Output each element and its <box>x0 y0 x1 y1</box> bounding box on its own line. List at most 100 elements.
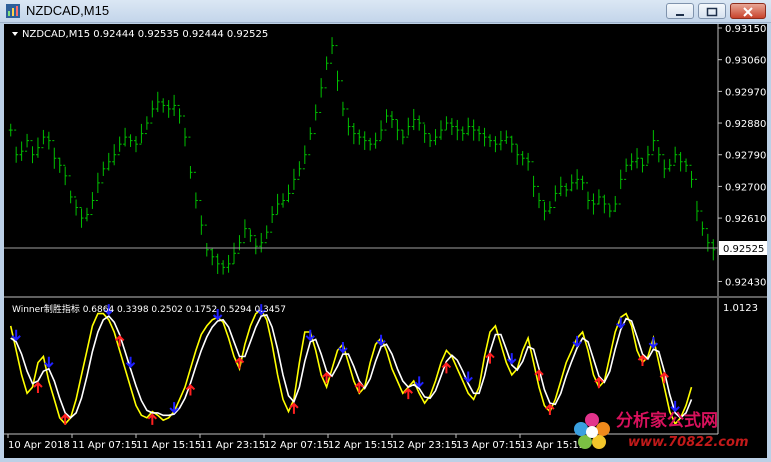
indicator-header: Winner制胜指标 0.6864 0.3398 0.2502 0.1752 0… <box>12 303 286 315</box>
price-bar <box>700 210 705 236</box>
price-bars <box>8 37 716 275</box>
price-bar <box>188 136 193 179</box>
buy-arrow-icon <box>33 381 43 394</box>
price-bar <box>471 119 476 141</box>
price-chart[interactable]: 0.93150 0.93060 0.92970 0.92880 0.92790 0.927… <box>4 24 767 458</box>
indicator-top-label: 1.0123 <box>723 303 758 314</box>
buy-arrow-icon <box>289 402 299 414</box>
price-bar <box>384 109 389 131</box>
price-bar <box>613 195 618 213</box>
price-bar <box>406 117 411 138</box>
price-bar <box>150 100 155 124</box>
flower-logo-icon <box>574 413 610 449</box>
price-bar <box>155 91 160 113</box>
price-tick-label: 0.92610 <box>725 214 766 225</box>
price-bar <box>379 120 384 142</box>
price-bar <box>542 199 547 221</box>
time-tick-label: 11 Apr 07:15 <box>72 440 137 451</box>
price-bar <box>477 125 482 142</box>
buy-arrow-icon <box>545 403 555 416</box>
price-bar <box>259 233 264 253</box>
price-bar <box>166 100 171 118</box>
price-bar <box>57 157 62 173</box>
price-bar <box>63 164 68 186</box>
price-bar <box>678 152 683 172</box>
price-bar <box>640 157 645 173</box>
price-bar <box>101 161 106 184</box>
chart-app-icon <box>6 4 20 18</box>
price-bar <box>537 185 541 209</box>
buy-arrow-icon <box>637 354 648 367</box>
price-bar <box>264 225 269 244</box>
price-bar <box>46 131 51 150</box>
price-bar <box>25 133 30 152</box>
price-bar <box>117 136 122 156</box>
price-bar <box>302 145 307 170</box>
price-bar <box>308 127 313 156</box>
price-tick-label: 0.92970 <box>725 87 766 98</box>
price-bar <box>248 228 253 243</box>
price-bar <box>526 152 531 171</box>
price-bar <box>335 45 340 91</box>
price-bar <box>161 98 166 113</box>
price-bar <box>106 152 111 171</box>
price-bar <box>607 203 612 218</box>
buy-arrow-icon <box>403 387 413 400</box>
price-tick-label: 0.92430 <box>725 277 766 288</box>
price-tick-label: 0.93060 <box>725 56 766 67</box>
price-bar <box>438 120 443 140</box>
sell-arrow-icon <box>44 356 54 369</box>
price-bar <box>30 140 35 164</box>
time-tick-label: 10 Apr 2018 <box>8 440 70 451</box>
price-bar <box>215 253 220 274</box>
time-tick-label: 12 Apr 23:15 <box>392 440 457 451</box>
price-bar <box>656 140 661 163</box>
price-bar <box>232 242 237 265</box>
price-bar <box>226 254 231 273</box>
chart-area[interactable]: 0.93150 0.93060 0.92970 0.92880 0.92790 0.927… <box>4 24 767 458</box>
maximize-button[interactable] <box>698 3 726 19</box>
price-bar <box>281 193 286 208</box>
price-bar <box>493 136 498 153</box>
price-bar <box>618 169 623 205</box>
price-bar <box>35 137 40 158</box>
title-bar[interactable]: NZDCAD,M15 <box>0 0 771 23</box>
price-bar <box>368 137 373 151</box>
price-bar <box>417 115 422 131</box>
price-bar <box>351 123 356 145</box>
price-bar <box>90 192 95 216</box>
price-bar <box>711 239 716 261</box>
price-bar <box>183 115 187 147</box>
price-bar <box>330 37 335 64</box>
price-bar <box>591 193 596 215</box>
price-bar <box>466 117 471 136</box>
price-bar <box>575 169 580 190</box>
price-tick-label: 0.92880 <box>725 119 766 130</box>
price-bar <box>319 78 324 113</box>
close-button[interactable] <box>730 3 766 19</box>
price-bar <box>324 56 329 89</box>
price-bar <box>313 104 318 135</box>
time-tick-label: 12 Apr 07:15 <box>264 440 329 451</box>
sell-arrow-icon <box>414 376 424 388</box>
price-bar <box>242 219 247 244</box>
collapse-triangle-icon[interactable] <box>12 32 18 36</box>
price-bar <box>515 143 520 165</box>
price-bar <box>395 119 400 141</box>
price-bar <box>596 189 601 205</box>
price-bar <box>193 171 198 209</box>
sell-arrow-icon <box>376 334 386 347</box>
price-bar <box>133 136 138 153</box>
price-bar <box>41 129 46 149</box>
price-bar <box>172 94 177 116</box>
price-bar <box>520 151 525 166</box>
minimize-icon <box>676 14 684 16</box>
price-bar <box>487 134 492 147</box>
price-bar <box>433 129 438 146</box>
price-bar <box>645 145 650 166</box>
price-bar <box>694 178 699 222</box>
price-bar <box>144 116 149 135</box>
minimize-button[interactable] <box>666 3 694 19</box>
price-tick-label: 0.92790 <box>725 151 766 162</box>
price-bar <box>177 104 182 124</box>
